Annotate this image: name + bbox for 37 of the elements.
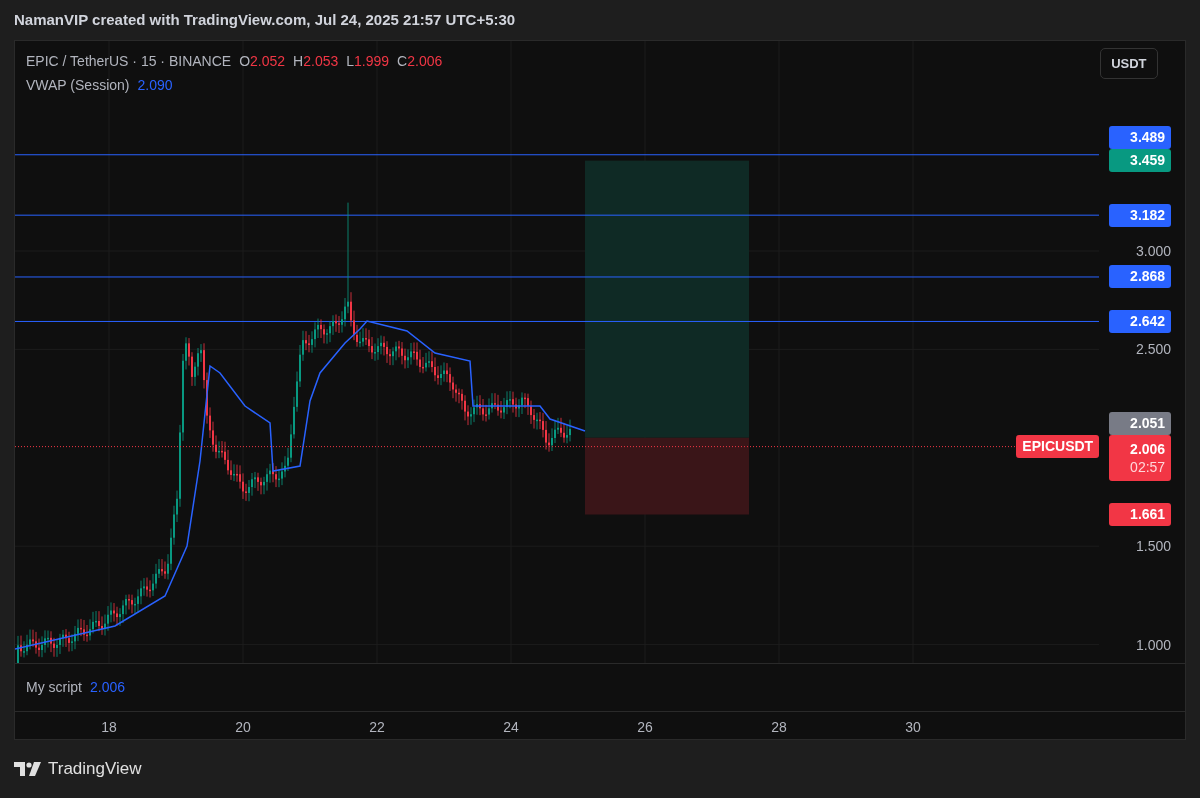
brand-name: TradingView	[48, 758, 142, 781]
price-tick: 1.000	[1135, 637, 1171, 652]
ohlc-value: 2.053	[303, 52, 339, 71]
bar-countdown: 02:57	[1130, 457, 1166, 476]
script-name: My script	[26, 678, 82, 697]
price-label: 2.642	[1109, 309, 1172, 333]
ohlc-value: 2.052	[250, 52, 286, 71]
time-tick: 28	[770, 718, 788, 737]
ohlc-key: H	[293, 51, 304, 72]
price-tick: 3.000	[1135, 244, 1171, 258]
ohlc-value: 1.999	[354, 52, 390, 71]
price-label: 3.182	[1109, 203, 1172, 227]
script-value: 2.006	[90, 678, 126, 697]
symbol-info: EPIC / TetherUS · 15 · BINANCE	[26, 52, 232, 71]
time-tick: 22	[368, 718, 386, 737]
price-label: 2.868	[1109, 265, 1172, 289]
price-tick: 2.500	[1135, 342, 1171, 357]
price-label: 1.661	[1109, 503, 1172, 526]
currency-button[interactable]: USDT	[1100, 48, 1158, 79]
price-tick: 1.500	[1135, 539, 1171, 554]
time-tick: 30	[904, 718, 922, 737]
last-price: 2.006	[1130, 439, 1166, 458]
indicator-value: 2.090	[137, 76, 173, 95]
header-title: NamanVIP created with TradingView.com, Jul 24, 2025 21:57 UTC+5:30	[14, 9, 516, 30]
price-label: 3.489	[1109, 126, 1172, 150]
time-tick: 18	[100, 718, 118, 737]
ohlc-key: L	[346, 51, 355, 72]
ohlc-key: C	[397, 51, 408, 72]
symbol-label: EPICUSDT	[1016, 434, 1100, 458]
time-tick: 24	[502, 718, 520, 737]
time-tick: 20	[234, 718, 252, 737]
ohlc-key: O	[239, 51, 251, 72]
ohlc-value: 2.006	[407, 52, 443, 71]
time-tick: 26	[636, 718, 654, 737]
price-label: 2.051	[1109, 411, 1172, 435]
indicator-name: VWAP (Session)	[26, 76, 130, 95]
price-label: 3.459	[1109, 149, 1172, 173]
